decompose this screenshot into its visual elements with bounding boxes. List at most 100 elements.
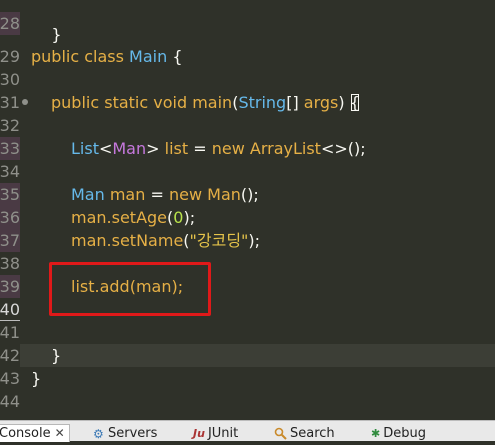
line-number: 41 [0, 321, 20, 344]
statement-end: (); [347, 139, 366, 158]
line-number: 31 [0, 91, 20, 114]
line-number-text: 40 [0, 300, 20, 319]
line-number: 39 [0, 275, 20, 298]
line-number-text: 31 [0, 93, 20, 112]
constructor-man: Man [207, 185, 241, 204]
code-line-29[interactable]: public class Main { [31, 45, 495, 68]
line-number: 33 [0, 137, 20, 160]
line-number: 37 [0, 229, 20, 252]
tab-servers-label: Servers [108, 426, 158, 441]
fold-marker-icon[interactable] [22, 99, 28, 105]
tab-debug[interactable]: ✱ Debug [371, 425, 426, 442]
keyword-new: new [168, 185, 203, 204]
list-type: List [71, 139, 99, 158]
diamond-operator: <> [320, 139, 348, 158]
method-name: main [192, 93, 233, 112]
tab-debug-label: Debug [383, 426, 426, 441]
code-line-35[interactable]: Man man = new Man(); [71, 183, 495, 206]
statement-end: (); [240, 185, 259, 204]
tab-junit[interactable]: Ju JUnit [193, 425, 238, 442]
statement-end: ); [248, 231, 261, 250]
code-line-33[interactable]: List<Man> list = new ArrayList<>(); [71, 137, 495, 160]
line-number: 34 [0, 160, 20, 183]
line-number-text: 35 [0, 185, 20, 204]
code-line-36[interactable]: man.setAge(0); [71, 206, 495, 229]
debug-icon: ✱ [371, 426, 381, 440]
servers-icon: ⚙ [93, 426, 104, 441]
keyword-new: new [211, 139, 245, 158]
line-number-text: 32 [0, 116, 20, 135]
line-number: 43 [0, 367, 20, 390]
line-number: 29 [0, 45, 20, 68]
line-number-text: 37 [0, 231, 20, 250]
close-icon[interactable]: ✕ [55, 426, 65, 440]
tab-junit-label: JUnit [207, 426, 239, 441]
keyword-class: class [84, 47, 124, 66]
line-number-text: 34 [0, 162, 20, 181]
object-ref: man. [71, 231, 112, 250]
opening-brace: { [172, 47, 183, 66]
tab-servers[interactable]: ⚙ Servers [93, 425, 157, 442]
line-number-gutter: 28 29 30 31 32 33 34 35 36 37 38 39 40 41 42 43 44 [0, 0, 20, 420]
line-number: 35 [0, 183, 20, 206]
line-number-text: 29 [0, 47, 20, 66]
statement-end: ); [183, 208, 196, 227]
tab-search[interactable]: Search [274, 425, 335, 442]
bottom-view-tabs: Console ✕ ⚙ Servers Ju JUnit Search ✱ Debug [0, 420, 495, 442]
keyword-public: public [51, 93, 100, 112]
opening-brace-matched: { [349, 93, 360, 112]
line-number: 28 [0, 12, 20, 35]
code-editor[interactable]: 28 29 30 31 32 33 34 35 36 37 38 39 40 41 42 43 44 } pub… [0, 0, 495, 420]
line-number-text: 28 [0, 14, 20, 33]
class-name: Main [129, 47, 168, 66]
line-number: 38 [0, 252, 20, 275]
line-number: 42 [0, 344, 20, 367]
param-type: String [238, 93, 287, 112]
line-number: 30 [0, 68, 20, 91]
code-line-27[interactable]: } [31, 0, 495, 44]
tab-console[interactable]: Console ✕ [0, 424, 70, 442]
closing-brace: } [51, 25, 62, 44]
param-name: args [303, 93, 339, 112]
line-number-text: 42 [0, 346, 20, 365]
string-literal: "강코딩" [189, 231, 249, 250]
arraylist-type: ArrayList [249, 139, 321, 158]
method-setage: setAge [111, 208, 168, 227]
object-ref: man. [71, 208, 112, 227]
line-number-text: 41 [0, 323, 20, 342]
closing-brace: } [51, 346, 62, 365]
generic-type: Man [112, 139, 147, 158]
keyword-void: void [153, 93, 188, 112]
line-number: 36 [0, 206, 20, 229]
variable-list: list [164, 139, 189, 158]
assign-operator: = [150, 185, 164, 204]
method-setname: setName [111, 231, 184, 250]
keyword-static: static [104, 93, 149, 112]
search-icon [274, 427, 287, 440]
code-line-31[interactable]: public static void main(String[] args) { [51, 91, 495, 114]
line-number: 44 [0, 390, 20, 413]
paren-close: ) [338, 93, 345, 112]
line-number: 40 [0, 298, 20, 321]
code-line-37[interactable]: man.setName("강코딩"); [71, 229, 495, 252]
array-brackets: [] [286, 93, 299, 112]
red-highlight-box [49, 262, 211, 316]
tab-console-label: Console [0, 426, 51, 441]
number-literal: 0 [173, 208, 184, 227]
line-number-text: 33 [0, 139, 20, 158]
line-number-text: 30 [0, 70, 20, 89]
man-type: Man [71, 185, 105, 204]
line-number: 32 [0, 114, 20, 137]
junit-icon: Ju [193, 426, 205, 440]
generic-close: > [146, 139, 160, 158]
line-number-text: 39 [0, 277, 20, 296]
line-number-text: 44 [0, 392, 20, 411]
generic-open: < [98, 139, 113, 158]
line-number-text: 43 [0, 369, 20, 388]
assign-operator: = [193, 139, 207, 158]
code-line-42-current[interactable]: } [20, 344, 495, 367]
tab-search-label: Search [290, 426, 335, 441]
code-line-43[interactable]: } [31, 367, 495, 390]
line-number [0, 0, 20, 12]
keyword-public: public [31, 47, 80, 66]
